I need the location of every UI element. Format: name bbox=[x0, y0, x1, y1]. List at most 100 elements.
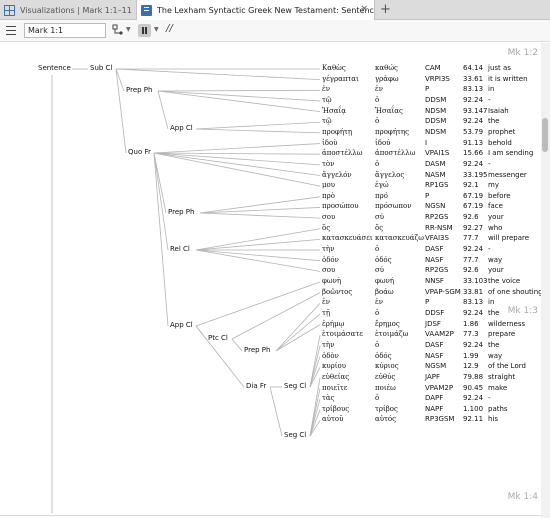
cell-lemma[interactable]: ὁ bbox=[375, 96, 379, 104]
cell-word[interactable]: φωνὴ bbox=[322, 277, 341, 285]
node-segcl2[interactable]: Seg Cl bbox=[284, 431, 306, 439]
menu-icon[interactable] bbox=[6, 26, 16, 35]
node-appcl2[interactable]: App Cl bbox=[170, 321, 193, 329]
cell-word[interactable]: ἑτοιμάσατε bbox=[322, 330, 363, 338]
cell-word[interactable]: Καθὼς bbox=[322, 64, 346, 72]
cell-lemma[interactable]: ὁ bbox=[375, 245, 379, 253]
node-subcl[interactable]: Sub Cl bbox=[90, 64, 112, 72]
cell-word[interactable]: σου bbox=[322, 266, 335, 274]
cell-word[interactable]: αὐτοῦ bbox=[322, 415, 343, 423]
cell-word[interactable]: μου bbox=[322, 181, 335, 189]
cell-word[interactable]: κυρίου bbox=[322, 362, 346, 370]
tab-visualizations[interactable]: Visualizations | Mark 1:1–11 bbox=[0, 0, 136, 20]
cell-word[interactable]: Ἠσαΐᾳ bbox=[322, 107, 346, 115]
cell-lemma[interactable]: τρίβος bbox=[375, 405, 398, 413]
cell-lemma[interactable]: προφήτης bbox=[375, 128, 409, 136]
node-relcl[interactable]: Rel Cl bbox=[170, 245, 190, 253]
cell-lemma[interactable]: εὐθύς bbox=[375, 373, 395, 381]
cell-lemma[interactable]: ἐν bbox=[375, 298, 383, 306]
cell-lemma[interactable]: αὐτός bbox=[375, 415, 396, 423]
cell-word[interactable]: γέγραπται bbox=[322, 75, 359, 83]
cell-word[interactable]: τὰς bbox=[322, 394, 335, 402]
tree-edge bbox=[153, 143, 321, 154]
cell-word[interactable]: βοῶντος bbox=[322, 288, 352, 296]
tree-edge bbox=[153, 152, 321, 155]
cell-word[interactable]: τὴν bbox=[322, 245, 334, 253]
close-icon[interactable]: × bbox=[360, 4, 368, 14]
cell-lemma[interactable]: ἐγώ bbox=[375, 181, 389, 189]
cell-lemma[interactable]: ὁ bbox=[375, 341, 379, 349]
cell-lemma[interactable]: ἑτοιμάζω bbox=[375, 330, 408, 338]
cell-lemma[interactable]: κατασκευάζω bbox=[375, 234, 424, 242]
cell-word[interactable]: ποιεῖτε bbox=[322, 384, 347, 392]
cell-word[interactable]: προσώπου bbox=[322, 202, 359, 210]
reference-input[interactable]: Mark 1:1 bbox=[24, 23, 106, 38]
node-sentence[interactable]: Sentence bbox=[38, 64, 71, 72]
cell-word[interactable]: ἐν bbox=[322, 85, 330, 93]
cell-word[interactable]: ἄγγελόν bbox=[322, 171, 352, 179]
cell-lemma[interactable]: κύριος bbox=[375, 362, 399, 370]
cell-gloss: behold bbox=[488, 138, 512, 147]
node-prepph2[interactable]: Prep Ph bbox=[168, 208, 194, 216]
cell-lemma[interactable]: ἄγγελος bbox=[375, 171, 404, 179]
cell-word[interactable]: τὸν bbox=[322, 160, 334, 168]
tree-edge bbox=[157, 90, 321, 112]
cell-word[interactable]: ἐρήμῳ bbox=[322, 320, 344, 328]
cell-word[interactable]: προφήτῃ bbox=[322, 128, 352, 136]
cell-word[interactable]: τῷ bbox=[322, 96, 332, 104]
cell-word[interactable]: κατασκευάσει bbox=[322, 234, 373, 242]
tab-sentence-analysis[interactable]: The Lexham Syntactic Greek New Testament… bbox=[136, 0, 375, 21]
cell-lemma[interactable]: φωνή bbox=[375, 277, 394, 285]
cell-lemma[interactable]: ὁ bbox=[375, 117, 379, 125]
cell-word[interactable]: σου bbox=[322, 213, 335, 221]
node-segcl1[interactable]: Seg Cl bbox=[284, 382, 306, 390]
cell-lemma[interactable]: βοάω bbox=[375, 288, 394, 296]
cell-word[interactable]: τῇ bbox=[322, 309, 330, 317]
cell-word[interactable]: ἀποστέλλω bbox=[322, 149, 362, 157]
node-appcl1[interactable]: App Cl bbox=[170, 124, 193, 132]
node-quofr[interactable]: Quo Fr bbox=[128, 148, 151, 156]
cell-lemma[interactable]: πρόσωπον bbox=[375, 202, 412, 210]
cell-word[interactable]: ὃς bbox=[322, 224, 330, 232]
cell-lemma[interactable]: γράφω bbox=[375, 75, 399, 83]
cell-word[interactable]: ὁδόν bbox=[322, 256, 339, 264]
chevron-down-icon[interactable]: ▼ bbox=[126, 26, 131, 33]
cell-lemma[interactable]: σύ bbox=[375, 266, 384, 274]
cell-lemma[interactable]: ὁ bbox=[375, 160, 379, 168]
scrollbar-thumb[interactable] bbox=[542, 118, 548, 152]
cell-lemma[interactable]: ὁδός bbox=[375, 256, 392, 264]
columns-view-icon[interactable] bbox=[138, 24, 151, 37]
cell-lemma[interactable]: ὁ bbox=[375, 394, 379, 402]
cell-lemma[interactable]: πρό bbox=[375, 192, 388, 200]
tree-edge bbox=[115, 68, 321, 81]
chevron-down-icon[interactable]: ▼ bbox=[154, 26, 159, 33]
cell-word[interactable]: ὁδὸν bbox=[322, 352, 339, 360]
node-ptccl[interactable]: Ptc Cl bbox=[208, 334, 228, 342]
cell-lemma[interactable]: σύ bbox=[375, 213, 384, 221]
new-tab-button[interactable]: + bbox=[380, 2, 391, 18]
cell-word[interactable]: τὴν bbox=[322, 341, 334, 349]
cell-word[interactable]: ἰδοὺ bbox=[322, 139, 337, 147]
cell-word[interactable]: εὐθείας bbox=[322, 373, 349, 381]
parallel-icon[interactable]: // bbox=[166, 23, 173, 34]
visual-filter-icon[interactable] bbox=[112, 24, 124, 38]
cell-word[interactable]: πρὸ bbox=[322, 192, 335, 200]
cell-lemma[interactable]: ἰδού bbox=[375, 139, 390, 147]
cell-lemma[interactable]: ἔρημος bbox=[375, 320, 400, 328]
node-prepph1[interactable]: Prep Ph bbox=[126, 86, 152, 94]
cell-lemma[interactable]: καθώς bbox=[375, 64, 398, 72]
cell-lemma[interactable]: ὁ bbox=[375, 309, 379, 317]
cell-lemma[interactable]: Ἠσαΐας bbox=[375, 107, 403, 115]
cell-lemma[interactable]: ἐν bbox=[375, 85, 383, 93]
cell-word[interactable]: τῷ bbox=[322, 117, 332, 125]
cell-lemma[interactable]: ὁδός bbox=[375, 352, 392, 360]
vertical-scrollbar[interactable] bbox=[541, 43, 550, 518]
cell-lemma[interactable]: ἀποστέλλω bbox=[375, 149, 415, 157]
cell-lemma[interactable]: ποιέω bbox=[375, 384, 396, 392]
cell-lemma[interactable]: ὅς bbox=[375, 224, 383, 232]
cell-word[interactable]: ἐν bbox=[322, 298, 330, 306]
node-diafr[interactable]: Dia Fr bbox=[246, 382, 266, 390]
cell-num: 91.13 bbox=[463, 138, 484, 147]
cell-word[interactable]: τρίβους bbox=[322, 405, 349, 413]
node-prepph3[interactable]: Prep Ph bbox=[244, 346, 270, 354]
